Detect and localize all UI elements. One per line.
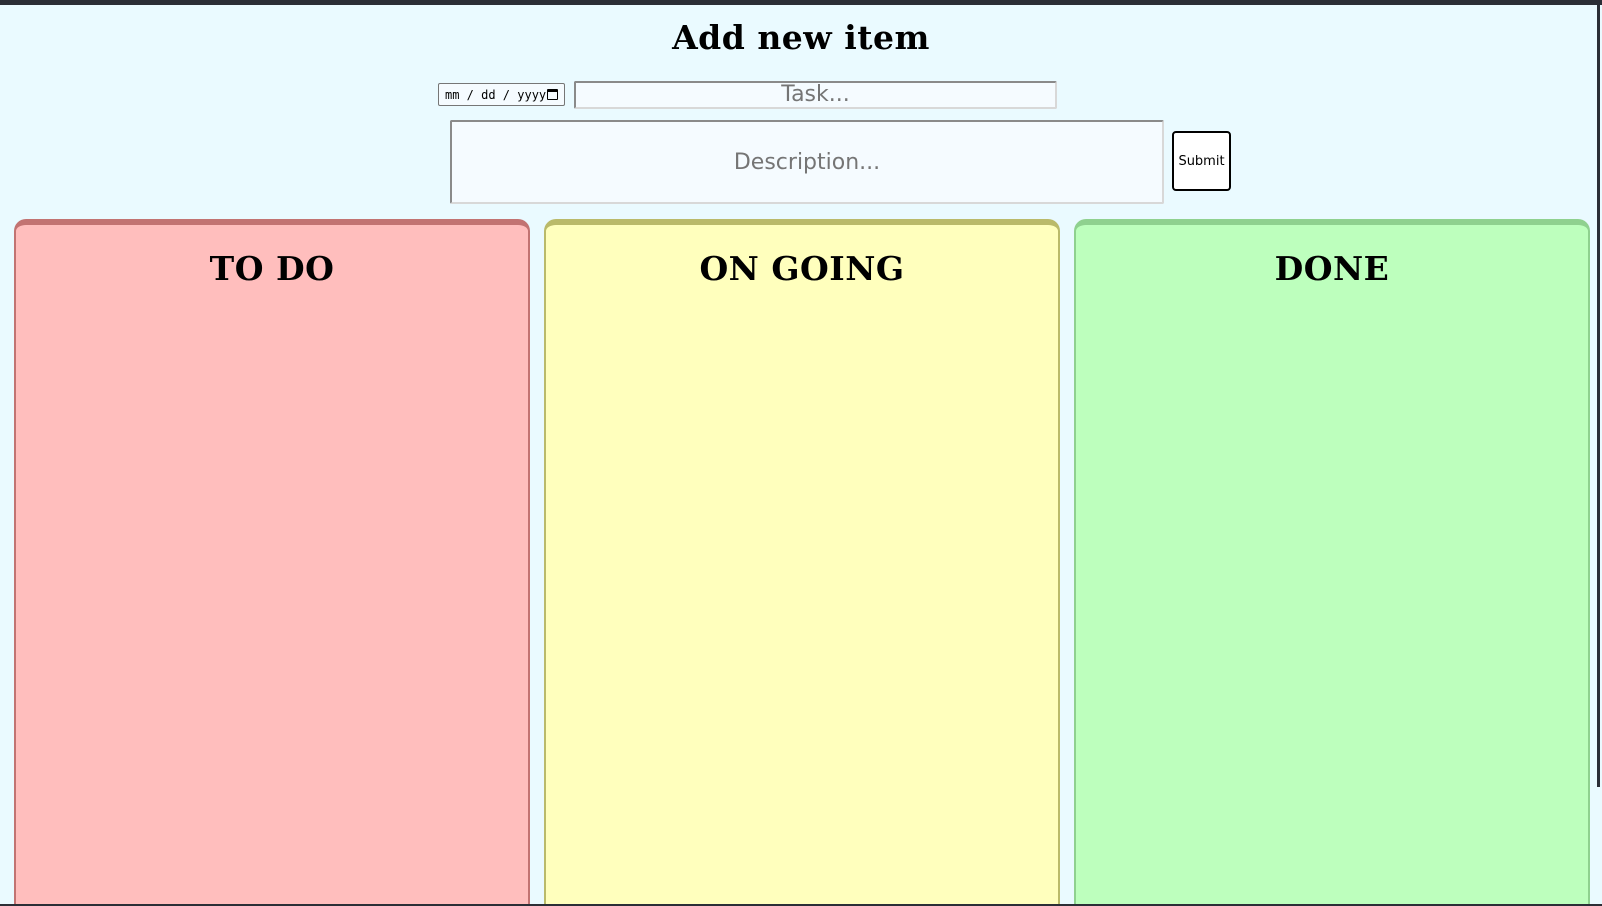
- window-top-bar: [0, 0, 1602, 5]
- done-column[interactable]: DONE: [1074, 219, 1590, 906]
- done-column-title: DONE: [1274, 249, 1390, 288]
- ongoing-column[interactable]: ON GOING: [544, 219, 1060, 906]
- form-title: Add new item: [672, 18, 930, 57]
- todo-column-title: TO DO: [209, 249, 335, 288]
- date-placeholder: mm / dd / yyyy: [445, 87, 547, 102]
- submit-button[interactable]: Submit: [1172, 131, 1231, 191]
- description-input[interactable]: Description...: [450, 120, 1164, 204]
- scrollbar-thumb[interactable]: [1597, 5, 1600, 787]
- date-input[interactable]: mm / dd / yyyy: [438, 83, 565, 106]
- ongoing-column-title: ON GOING: [699, 249, 905, 288]
- calendar-icon[interactable]: [547, 89, 558, 100]
- task-input[interactable]: Task...: [574, 81, 1057, 109]
- todo-column[interactable]: TO DO: [14, 219, 530, 906]
- description-placeholder: Description...: [733, 149, 881, 175]
- task-placeholder: Task...: [781, 82, 850, 107]
